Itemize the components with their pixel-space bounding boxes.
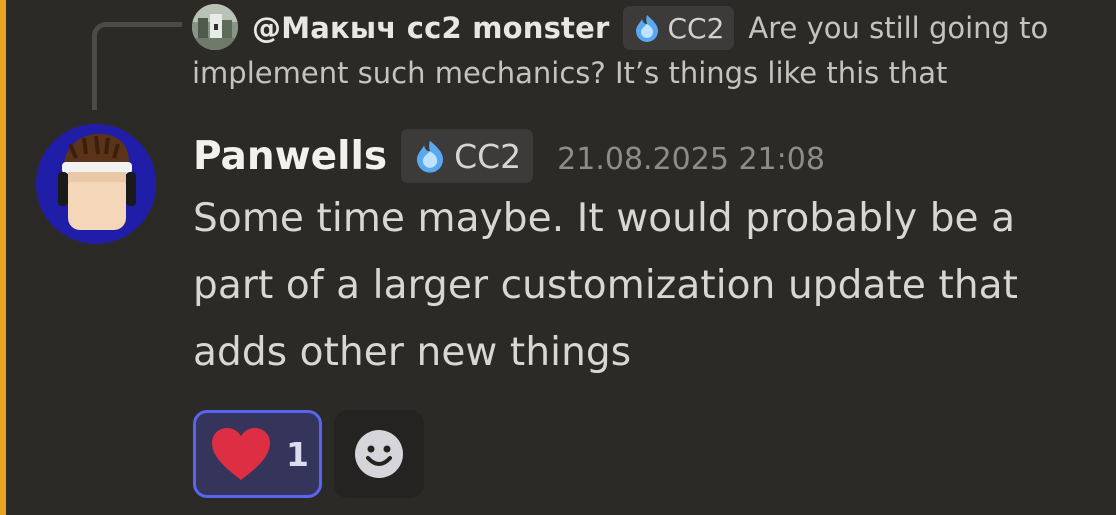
flame-gem-icon — [636, 15, 659, 42]
author-server-tag[interactable]: CC2 — [401, 129, 534, 183]
author-name[interactable]: Panwells — [193, 134, 387, 179]
author-avatar[interactable] — [36, 124, 156, 244]
reply-connector — [92, 22, 182, 110]
flame-gem-icon — [417, 140, 444, 173]
reply-author-avatar[interactable] — [192, 4, 238, 50]
message-text-line-2[interactable]: part of a larger customization update th… — [193, 263, 1018, 308]
reply-header: @Макыч cc2 monster CC2 Are you still goi… — [252, 6, 1048, 50]
author-tag-label: CC2 — [454, 136, 522, 176]
message-timestamp[interactable]: 21.08.2025 21:08 — [557, 142, 825, 177]
reply-tag-label: CC2 — [667, 11, 725, 45]
reply-text-line-1[interactable]: Are you still going to — [748, 11, 1048, 45]
highlight-accent-bar — [0, 0, 6, 515]
reply-avatar-image — [192, 4, 238, 50]
reaction-count: 1 — [286, 434, 309, 474]
message-header: Panwells CC2 21.08.2025 21:08 — [193, 128, 825, 184]
add-reaction-button[interactable] — [334, 410, 424, 498]
message-text-line-1[interactable]: Some time maybe. It would probably be a — [193, 196, 1015, 241]
reply-server-tag[interactable]: CC2 — [623, 6, 735, 50]
reply-author-name[interactable]: @Макыч cc2 monster — [252, 11, 609, 45]
reaction-heart[interactable]: 1 — [193, 410, 322, 498]
message-text-line-3[interactable]: adds other new things — [193, 330, 631, 375]
smiley-face-icon — [355, 430, 403, 478]
heart-icon — [212, 428, 270, 480]
avatar-image — [36, 124, 156, 244]
reply-text-line-2[interactable]: implement such mechanics? It’s things li… — [192, 56, 947, 90]
